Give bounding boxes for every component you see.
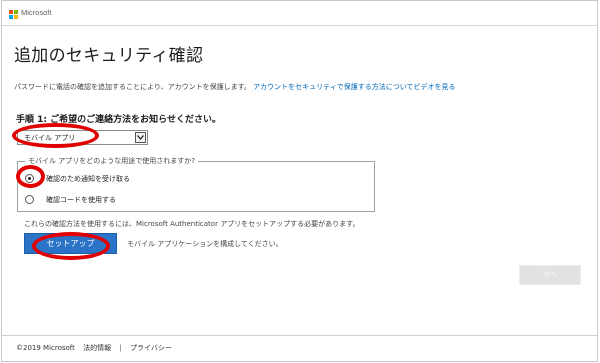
intro-text: パスワードに電話の確認を追加することにより、アカウントを保護します。: [14, 83, 251, 91]
video-link[interactable]: アカウントをセキュリティで保護する方法についてビデオを見る: [253, 83, 455, 91]
usage-legend: モバイル アプリをどのような用途で使用されますか?: [25, 156, 198, 166]
header: Microsoft: [2, 1, 597, 26]
contact-method-value: モバイル アプリ: [24, 134, 76, 142]
radio-button[interactable]: [25, 195, 34, 204]
radio-label: 確認のため通知を受け取る: [46, 175, 130, 183]
privacy-link[interactable]: プライバシー: [130, 344, 172, 352]
footer-divider: [2, 335, 597, 336]
brand-name: Microsoft: [21, 8, 52, 17]
page-title: 追加のセキュリティ確認: [14, 46, 204, 66]
radio-button[interactable]: [25, 174, 34, 183]
contact-method-select[interactable]: モバイル アプリ: [17, 130, 148, 145]
microsoft-logo-icon: [9, 10, 18, 19]
setup-hint: モバイル アプリケーションを構成してください。: [127, 240, 283, 248]
page-frame: Microsoft 追加のセキュリティ確認 パスワードに電話の確認を追加すること…: [1, 0, 598, 362]
copyright: ©2019 Microsoft: [16, 344, 75, 352]
authenticator-note: これらの確認方法を使用するには、Microsoft Authenticator …: [24, 220, 360, 228]
radio-label: 確認コードを使用する: [46, 196, 116, 204]
next-button[interactable]: 次へ: [519, 265, 581, 285]
footer: ©2019 Microsoft 法的情報 | プライバシー: [16, 343, 178, 353]
step-heading: 手順 1: ご希望のご連絡方法をお知らせください。: [16, 115, 221, 125]
legal-link[interactable]: 法的情報: [83, 344, 111, 352]
intro: パスワードに電話の確認を追加することにより、アカウントを保護します。 アカウント…: [14, 82, 456, 92]
chevron-down-icon[interactable]: [135, 132, 146, 143]
footer-separator: |: [119, 344, 122, 352]
setup-button[interactable]: セットアップ: [24, 233, 117, 254]
